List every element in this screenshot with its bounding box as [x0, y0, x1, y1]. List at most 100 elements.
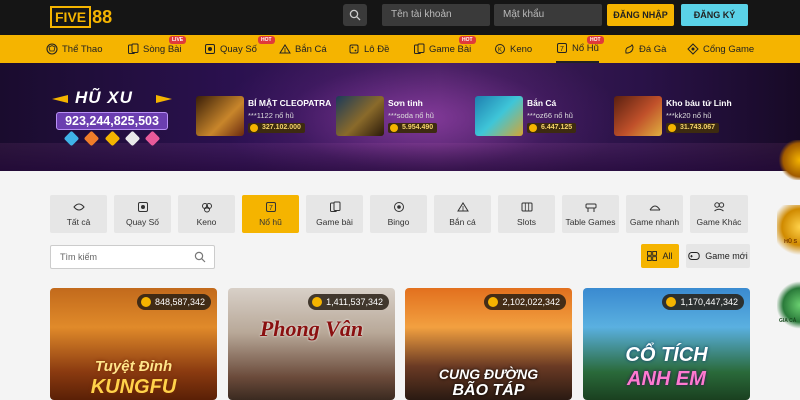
category-label: Game nhanh — [629, 217, 680, 227]
gem-row — [63, 130, 161, 147]
nav-item-the-thao[interactable]: Thể Thao — [46, 35, 103, 63]
game-jackpot-badge: 1,170,447,342 — [662, 294, 744, 310]
filter-new-games-button[interactable]: Game mới — [686, 244, 750, 268]
side-promo-jackpot[interactable]: HŨ S — [777, 205, 800, 260]
category-tab-game-nhanh[interactable]: Game nhanh — [626, 195, 683, 233]
search-button[interactable] — [343, 4, 367, 26]
register-button[interactable]: ĐĂNG KÝ — [681, 4, 748, 26]
rooster-icon — [625, 44, 634, 54]
category-label: Bắn cá — [449, 217, 476, 227]
grid-icon — [72, 203, 85, 211]
jackpot-game-name: Bắn Cá — [527, 98, 557, 108]
game-thumbnail — [196, 96, 244, 136]
game-card[interactable]: 1,411,537,342 Phong Vân — [228, 288, 395, 400]
ball-icon — [46, 43, 58, 55]
jackpot-win-value: 327.102.000 — [262, 124, 301, 131]
category-tab-no-hu[interactable]: 7 Nổ hũ — [242, 195, 299, 233]
nav-item-keno[interactable]: K Keno — [494, 35, 532, 63]
slot-icon: 7 — [265, 202, 276, 212]
jackpot-winner: ***oz66 nổ hũ — [527, 111, 573, 120]
jackpot-win-value: 6.447.125 — [541, 124, 573, 131]
jackpot-game-name: BÍ MẬT CLEOPATRA — [248, 98, 332, 108]
game-thumbnail — [336, 96, 384, 136]
game-card[interactable]: 1,170,447,342 CỔ TÍCH ANH EM — [583, 288, 750, 400]
category-label: Bingo — [387, 217, 410, 227]
category-tab-table-games[interactable]: Table Games — [562, 195, 619, 233]
nav-item-song-bai[interactable]: Sòng Bài LIVE — [127, 35, 187, 63]
nav-label: Đá Gà — [639, 43, 667, 55]
game-jackpot-badge: 1,411,537,342 — [308, 294, 389, 310]
category-label: Nổ hũ — [259, 217, 282, 227]
game-card[interactable]: 848,587,342 Tuyệt Đỉnh KUNGFU — [50, 288, 217, 400]
game-search-input[interactable]: Tìm kiếm — [50, 245, 215, 269]
category-label: Quay Số — [125, 217, 160, 227]
game-subtitle: ANH EM — [627, 368, 706, 390]
nav-item-quay-so[interactable]: Quay Số HOT — [204, 35, 275, 63]
search-icon — [349, 9, 361, 21]
gem-icon — [63, 130, 80, 147]
nav-label: Thể Thao — [62, 43, 103, 55]
username-field[interactable]: Tên tài khoản — [382, 4, 490, 26]
category-tab-game-khac[interactable]: Game Khác — [690, 195, 748, 233]
side-promo-family[interactable]: GIA CẢ — [777, 280, 800, 330]
category-tab-all[interactable]: Tất cả — [50, 195, 107, 233]
jackpot-amount: 923,244,825,503 — [56, 112, 168, 130]
nav-label: Nổ Hũ — [572, 42, 599, 54]
jackpot-win-value: 31.743.067 — [680, 124, 716, 131]
svg-text:7: 7 — [269, 205, 273, 212]
logo[interactable]: FIVE 88 — [50, 4, 112, 30]
top-bar: FIVE 88 Tên tài khoản Mật khẩu ĐĂNG NHẬP… — [0, 0, 800, 35]
category-label: Tất cả — [66, 217, 91, 227]
category-tab-quay-so[interactable]: Quay Số — [114, 195, 171, 233]
category-tab-slots[interactable]: Slots — [498, 195, 555, 233]
coin-icon — [666, 297, 677, 307]
gem-icon — [104, 130, 120, 147]
game-thumbnail — [475, 96, 523, 136]
game-title: CUNG ĐƯỜNG — [438, 366, 539, 382]
game-title: Phong Vân — [259, 316, 364, 341]
category-tab-game-bai[interactable]: Game bài — [306, 195, 363, 233]
category-tab-ban-ca[interactable]: Bắn cá — [434, 195, 491, 233]
dice-icon — [349, 44, 359, 54]
login-button[interactable]: ĐĂNG NHẬP — [607, 4, 674, 26]
nav-label: Sòng Bài — [143, 43, 182, 55]
nav-label: Game Bài — [429, 43, 472, 55]
category-label: Game Khác — [696, 217, 742, 227]
password-field[interactable]: Mật khẩu — [494, 4, 602, 26]
nav-item-da-ga[interactable]: Đá Gà — [623, 35, 666, 63]
svg-text:K: K — [498, 47, 502, 53]
jackpot-winner: ***soda nổ hũ — [388, 111, 434, 120]
logo-text: FIVE — [50, 6, 92, 28]
category-tab-bingo[interactable]: Bingo — [370, 195, 427, 233]
side-promo-badge[interactable] — [777, 140, 800, 180]
keno-icon — [201, 203, 212, 213]
category-tab-keno[interactable]: Keno — [178, 195, 235, 233]
nav-item-game-bai[interactable]: Game Bài HOT — [413, 35, 476, 63]
coin-icon — [488, 297, 499, 307]
nav-label: Quay Số — [220, 43, 257, 55]
nav-item-no-hu[interactable]: 7 Nổ Hũ HOT — [556, 35, 604, 63]
filter-all-label: All — [662, 251, 673, 261]
cards-icon — [128, 43, 139, 54]
nav-item-lo-de[interactable]: Lô Đề — [348, 35, 389, 63]
filter-all-button[interactable]: All — [641, 244, 679, 268]
game-jackpot-value: 848,587,342 — [154, 297, 205, 307]
jackpot-win-value: 5.954.490 — [402, 124, 434, 131]
logo-number: 88 — [92, 6, 113, 27]
gamepad-icon — [688, 252, 700, 260]
nav-item-cong-game[interactable]: Cổng Game — [687, 35, 754, 63]
live-badge: LIVE — [169, 36, 187, 44]
side-promo-text: GIA CẢ — [779, 318, 797, 324]
nav-item-ban-ca[interactable]: Bắn Cá — [279, 35, 327, 63]
coin-icon — [390, 124, 398, 132]
game-title: Tuyệt Đỉnh — [94, 358, 173, 375]
nav-label: Lô Đề — [364, 43, 390, 55]
slot-icon: 7 — [557, 43, 567, 53]
game-card[interactable]: 2,102,022,342 CUNG ĐƯỜNG BÃO TÁP — [405, 288, 572, 400]
cards-icon — [414, 43, 425, 54]
grid-icon — [647, 251, 658, 261]
side-promo-text: HŨ S — [784, 239, 798, 245]
game-subtitle: KUNGFU — [90, 376, 177, 398]
category-label: Slots — [517, 217, 536, 227]
jackpot-win-amount: 5.954.490 — [388, 123, 438, 133]
